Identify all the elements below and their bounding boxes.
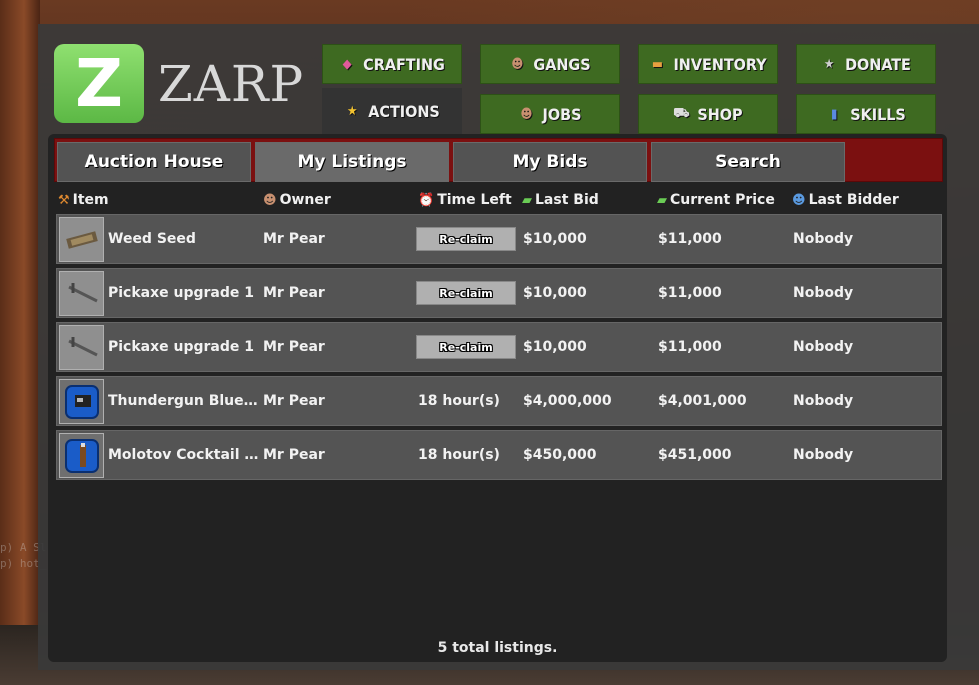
last-bid: $450,000 <box>523 447 597 463</box>
column-header-current-price[interactable]: ▰ Current Price <box>657 190 775 210</box>
nav-actions-button[interactable]: ★ ACTIONS <box>322 88 462 134</box>
current-price: $11,000 <box>658 285 722 301</box>
table-row[interactable]: Pickaxe upgrade 1 Mr Pear Re-claim $10,0… <box>56 322 942 372</box>
money-icon: ▰ <box>522 192 532 208</box>
column-header-item[interactable]: ⚒ Item <box>58 190 109 210</box>
nav-inventory-button[interactable]: ▬ INVENTORY <box>638 44 778 84</box>
zarp-menu-panel: Z ZARP ◆ CRAFTING ☻ GANGS ▬ INVENTORY ★ … <box>38 24 979 670</box>
nav-label: ACTIONS <box>368 101 440 121</box>
item-name: Molotov Cocktail … <box>108 447 258 463</box>
money-icon: ▰ <box>657 192 667 208</box>
nav-label: GANGS <box>533 54 591 74</box>
nav-crafting-button[interactable]: ◆ CRAFTING <box>322 44 462 84</box>
current-price: $451,000 <box>658 447 732 463</box>
column-header-owner[interactable]: ☻ Owner <box>263 190 331 210</box>
inventory-icon: ▬ <box>651 56 663 72</box>
column-header-time-left[interactable]: ⏰ Time Left <box>418 190 512 210</box>
gavel-icon: ⚒ <box>58 192 70 208</box>
owner-name: Mr Pear <box>263 339 325 355</box>
item-name: Weed Seed <box>108 231 196 247</box>
table-row[interactable]: Pickaxe upgrade 1 Mr Pear Re-claim $10,0… <box>56 268 942 318</box>
auction-house-content: Auction House My Listings My Bids Search… <box>48 134 947 662</box>
logo-badge: Z <box>54 44 144 123</box>
nav-label: DONATE <box>845 54 911 74</box>
cart-icon: ⛟ <box>673 105 690 121</box>
last-bid: $10,000 <box>523 285 587 301</box>
last-bid: $10,000 <box>523 231 587 247</box>
wall <box>0 0 40 685</box>
item-name: Thundergun Blue… <box>108 393 258 409</box>
tab-my-bids[interactable]: My Bids <box>453 142 647 182</box>
last-bidder: Nobody <box>793 231 854 247</box>
nav-label: CRAFTING <box>363 54 445 74</box>
tab-bar: Auction House My Listings My Bids Search <box>54 138 943 182</box>
last-bid: $10,000 <box>523 339 587 355</box>
crafting-icon: ◆ <box>342 56 352 72</box>
time-left: 18 hour(s) <box>418 447 500 463</box>
last-bid: $4,000,000 <box>523 393 612 409</box>
user-blue-icon: ☻ <box>792 192 806 208</box>
nav-gangs-button[interactable]: ☻ GANGS <box>480 44 620 84</box>
logo-text: ZARP <box>158 55 305 113</box>
tab-my-listings[interactable]: My Listings <box>255 142 449 182</box>
reclaim-button[interactable]: Re-claim <box>416 227 516 251</box>
column-header-last-bid[interactable]: ▰ Last Bid <box>522 190 599 210</box>
total-listings-count: 5 total listings. <box>437 640 558 656</box>
owner-name: Mr Pear <box>263 285 325 301</box>
item-name: Pickaxe upgrade 1 <box>108 285 255 301</box>
weed-seed-icon <box>59 217 104 262</box>
blueprint-icon <box>59 433 104 478</box>
nav-skills-button[interactable]: ▮ SKILLS <box>796 94 936 134</box>
reclaim-button[interactable]: Re-claim <box>416 335 516 359</box>
owner-name: Mr Pear <box>263 393 325 409</box>
current-price: $11,000 <box>658 339 722 355</box>
nav-donate-button[interactable]: ★ DONATE <box>796 44 936 84</box>
current-price: $4,001,000 <box>658 393 747 409</box>
nav-shop-button[interactable]: ⛟ SHOP <box>638 94 778 134</box>
reclaim-button[interactable]: Re-claim <box>416 281 516 305</box>
jobs-icon: ☻ <box>520 106 533 122</box>
table-row[interactable]: Molotov Cocktail … Mr Pear 18 hour(s) $4… <box>56 430 942 480</box>
last-bidder: Nobody <box>793 285 854 301</box>
column-header-last-bidder[interactable]: ☻ Last Bidder <box>792 190 899 210</box>
pickaxe-icon <box>59 325 104 370</box>
donate-icon: ★ <box>823 56 835 72</box>
owner-name: Mr Pear <box>263 447 325 463</box>
last-bidder: Nobody <box>793 339 854 355</box>
alarm-clock-icon: ⏰ <box>418 192 435 208</box>
gangs-icon: ☻ <box>511 56 524 72</box>
skills-chart-icon: ▮ <box>830 106 838 122</box>
tab-search[interactable]: Search <box>651 142 845 182</box>
nav-label: SHOP <box>697 104 743 124</box>
blueprint-icon <box>59 379 104 424</box>
star-icon: ★ <box>346 103 358 119</box>
current-price: $11,000 <box>658 231 722 247</box>
nav-label: INVENTORY <box>673 54 767 74</box>
time-left: 18 hour(s) <box>418 393 500 409</box>
table-row[interactable]: Thundergun Blue… Mr Pear 18 hour(s) $4,0… <box>56 376 942 426</box>
nav-jobs-button[interactable]: ☻ JOBS <box>480 94 620 134</box>
item-name: Pickaxe upgrade 1 <box>108 339 255 355</box>
table-row[interactable]: Weed Seed Mr Pear Re-claim $10,000 $11,0… <box>56 214 942 264</box>
pickaxe-icon <box>59 271 104 316</box>
nav-label: SKILLS <box>850 104 906 124</box>
tab-auction-house[interactable]: Auction House <box>57 142 251 182</box>
owner-name: Mr Pear <box>263 231 325 247</box>
last-bidder: Nobody <box>793 393 854 409</box>
nav-label: JOBS <box>542 104 582 124</box>
user-icon: ☻ <box>263 192 277 208</box>
last-bidder: Nobody <box>793 447 854 463</box>
zarp-logo: Z ZARP <box>54 44 306 124</box>
